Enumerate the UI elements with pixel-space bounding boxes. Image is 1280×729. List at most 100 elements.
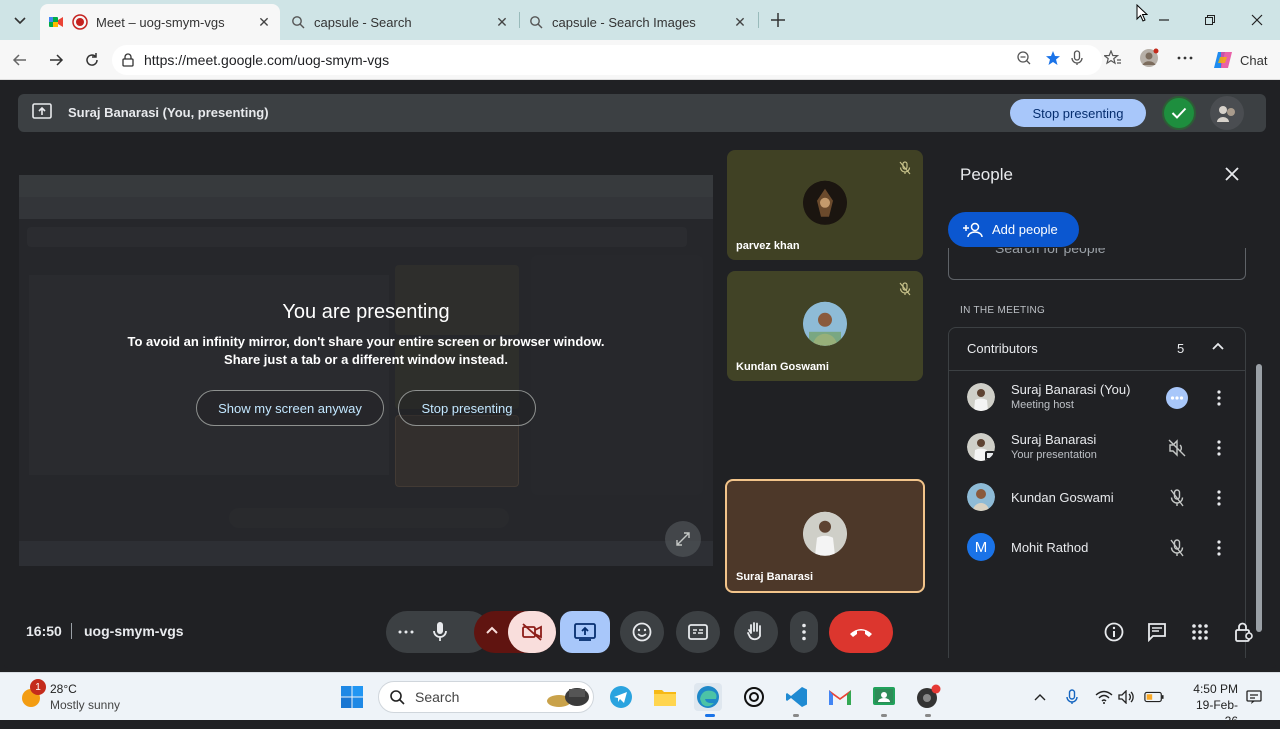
screen-share-preview: You are presenting To avoid an infinity …: [19, 175, 713, 566]
system-clock[interactable]: 4:50 PM 19-Feb-26: [1184, 681, 1238, 729]
meeting-status-button[interactable]: [1162, 96, 1196, 130]
more-vert-icon[interactable]: [1209, 386, 1229, 410]
more-vert-icon[interactable]: [1209, 536, 1229, 560]
tab-capsule-images[interactable]: capsule - Search Images ✕: [520, 4, 756, 40]
favorites-icon[interactable]: [1103, 48, 1123, 68]
recorder-app[interactable]: [914, 683, 942, 711]
microphone-tray-icon[interactable]: [1062, 687, 1082, 707]
participant-tile-self[interactable]: Suraj Banarasi: [725, 479, 925, 593]
close-tab-icon[interactable]: ✕: [492, 12, 512, 32]
stop-presenting-button[interactable]: Stop presenting: [1010, 99, 1146, 127]
participant-tile[interactable]: Kundan Goswami: [727, 271, 923, 381]
more-vert-icon[interactable]: [1209, 486, 1229, 510]
expand-button[interactable]: [665, 521, 701, 557]
notifications-icon[interactable]: [1244, 687, 1264, 707]
participant-row[interactable]: Kundan Goswami: [949, 473, 1245, 523]
avatar: [967, 383, 995, 411]
activities-button[interactable]: [1186, 618, 1214, 646]
people-panel-title: People: [960, 165, 1013, 184]
edge-icon: [697, 686, 719, 708]
contributors-label: Contributors: [967, 341, 1038, 356]
present-screen-button[interactable]: [560, 611, 610, 653]
microphone-icon: [433, 622, 447, 641]
record-app-icon: [917, 684, 941, 708]
raise-hand-button[interactable]: [734, 611, 778, 653]
microphone-icon[interactable]: [1067, 48, 1087, 68]
video-options-button[interactable]: [486, 625, 498, 635]
close-panel-button[interactable]: [1222, 164, 1242, 184]
more-options-icon[interactable]: [1175, 48, 1195, 68]
back-button[interactable]: [8, 48, 32, 72]
close-tab-icon[interactable]: ✕: [254, 12, 274, 32]
add-person-icon: [962, 222, 984, 238]
participant-row[interactable]: Suraj Banarasi Your presentation: [949, 423, 1245, 473]
chat-button[interactable]: [1143, 618, 1171, 646]
audio-options-button[interactable]: [396, 624, 416, 640]
address-bar-row: https://meet.google.com/uog-smym-vgs Cha…: [0, 40, 1280, 80]
file-explorer-app[interactable]: [651, 683, 679, 711]
classroom-app[interactable]: [870, 683, 898, 711]
battery-icon[interactable]: [1144, 687, 1164, 707]
info-icon: [1104, 622, 1124, 642]
participant-row[interactable]: Suraj Banarasi (You) Meeting host: [949, 373, 1245, 423]
minimize-icon: [1159, 19, 1169, 21]
volume-icon[interactable]: [1117, 687, 1137, 707]
edge-app[interactable]: [694, 683, 722, 711]
participant-tile[interactable]: parvez khan: [727, 150, 923, 260]
show-hidden-icons-button[interactable]: [1030, 687, 1050, 707]
start-button[interactable]: [338, 683, 366, 711]
restore-window-button[interactable]: [1198, 8, 1222, 32]
minimize-window-button[interactable]: [1152, 8, 1176, 32]
host-controls-button[interactable]: [1230, 618, 1258, 646]
mic-off-icon: [895, 279, 915, 299]
participant-role: Meeting host: [1011, 399, 1074, 411]
close-window-button[interactable]: [1245, 8, 1269, 32]
chevron-up-icon[interactable]: [1211, 340, 1225, 354]
captions-button[interactable]: [676, 611, 720, 653]
taskbar-search[interactable]: Search: [378, 681, 594, 713]
tab-actions-menu[interactable]: [6, 6, 34, 34]
add-people-button[interactable]: Add people: [948, 212, 1079, 247]
panel-bottom-mask: [938, 658, 1270, 668]
telegram-app[interactable]: [607, 683, 635, 711]
gmail-app[interactable]: [826, 683, 854, 711]
section-label: IN THE MEETING: [960, 305, 1046, 316]
participants-avatars-button[interactable]: [1210, 96, 1244, 130]
wifi-icon[interactable]: [1094, 687, 1114, 707]
participant-row[interactable]: M Mohit Rathod: [949, 523, 1245, 573]
avatar: [803, 511, 847, 556]
show-screen-anyway-button[interactable]: Show my screen anyway: [196, 390, 384, 426]
chatgpt-app[interactable]: [740, 683, 768, 711]
classroom-icon: [873, 687, 895, 705]
profile-avatar-icon[interactable]: [1139, 48, 1159, 68]
favorite-star-icon[interactable]: [1043, 48, 1063, 68]
telegram-icon: [610, 686, 632, 708]
vscode-app[interactable]: [783, 683, 811, 711]
tab-meet[interactable]: Meet – uog-smym-vgs ✕: [40, 4, 280, 40]
microphone-button[interactable]: [432, 621, 448, 643]
close-tab-icon[interactable]: ✕: [730, 12, 750, 32]
leave-call-button[interactable]: [829, 611, 893, 653]
meet-page: Suraj Banarasi (You, presenting) Stop pr…: [4, 80, 1276, 668]
reactions-button[interactable]: [620, 611, 664, 653]
people-scrollbar[interactable]: [1256, 364, 1262, 632]
gmail-icon: [829, 690, 851, 705]
tab-capsule-search[interactable]: capsule - Search ✕: [282, 4, 518, 40]
copilot-chat-button[interactable]: Chat: [1212, 48, 1267, 72]
url-field[interactable]: https://meet.google.com/uog-smym-vgs: [112, 45, 1102, 75]
stop-presenting-preview-button[interactable]: Stop presenting: [398, 390, 536, 426]
zoom-out-icon[interactable]: [1014, 48, 1034, 68]
warning-line-2: Share just a tab or a different window i…: [224, 352, 508, 367]
reload-button[interactable]: [80, 48, 104, 72]
more-options-button[interactable]: [790, 611, 818, 653]
meeting-info-button[interactable]: [1100, 618, 1128, 646]
search-people-input[interactable]: Search for people: [948, 248, 1246, 280]
weather-widget[interactable]: 1 28°C Mostly sunny: [20, 679, 160, 713]
avatar: [803, 301, 847, 346]
forward-button[interactable]: [44, 48, 68, 72]
scrollbar-thumb[interactable]: [1256, 364, 1262, 632]
more-vert-icon[interactable]: [1209, 436, 1229, 460]
presenting-label: Suraj Banarasi (You, presenting): [68, 105, 269, 120]
new-tab-button[interactable]: [766, 8, 790, 32]
camera-off-button[interactable]: [508, 611, 556, 653]
